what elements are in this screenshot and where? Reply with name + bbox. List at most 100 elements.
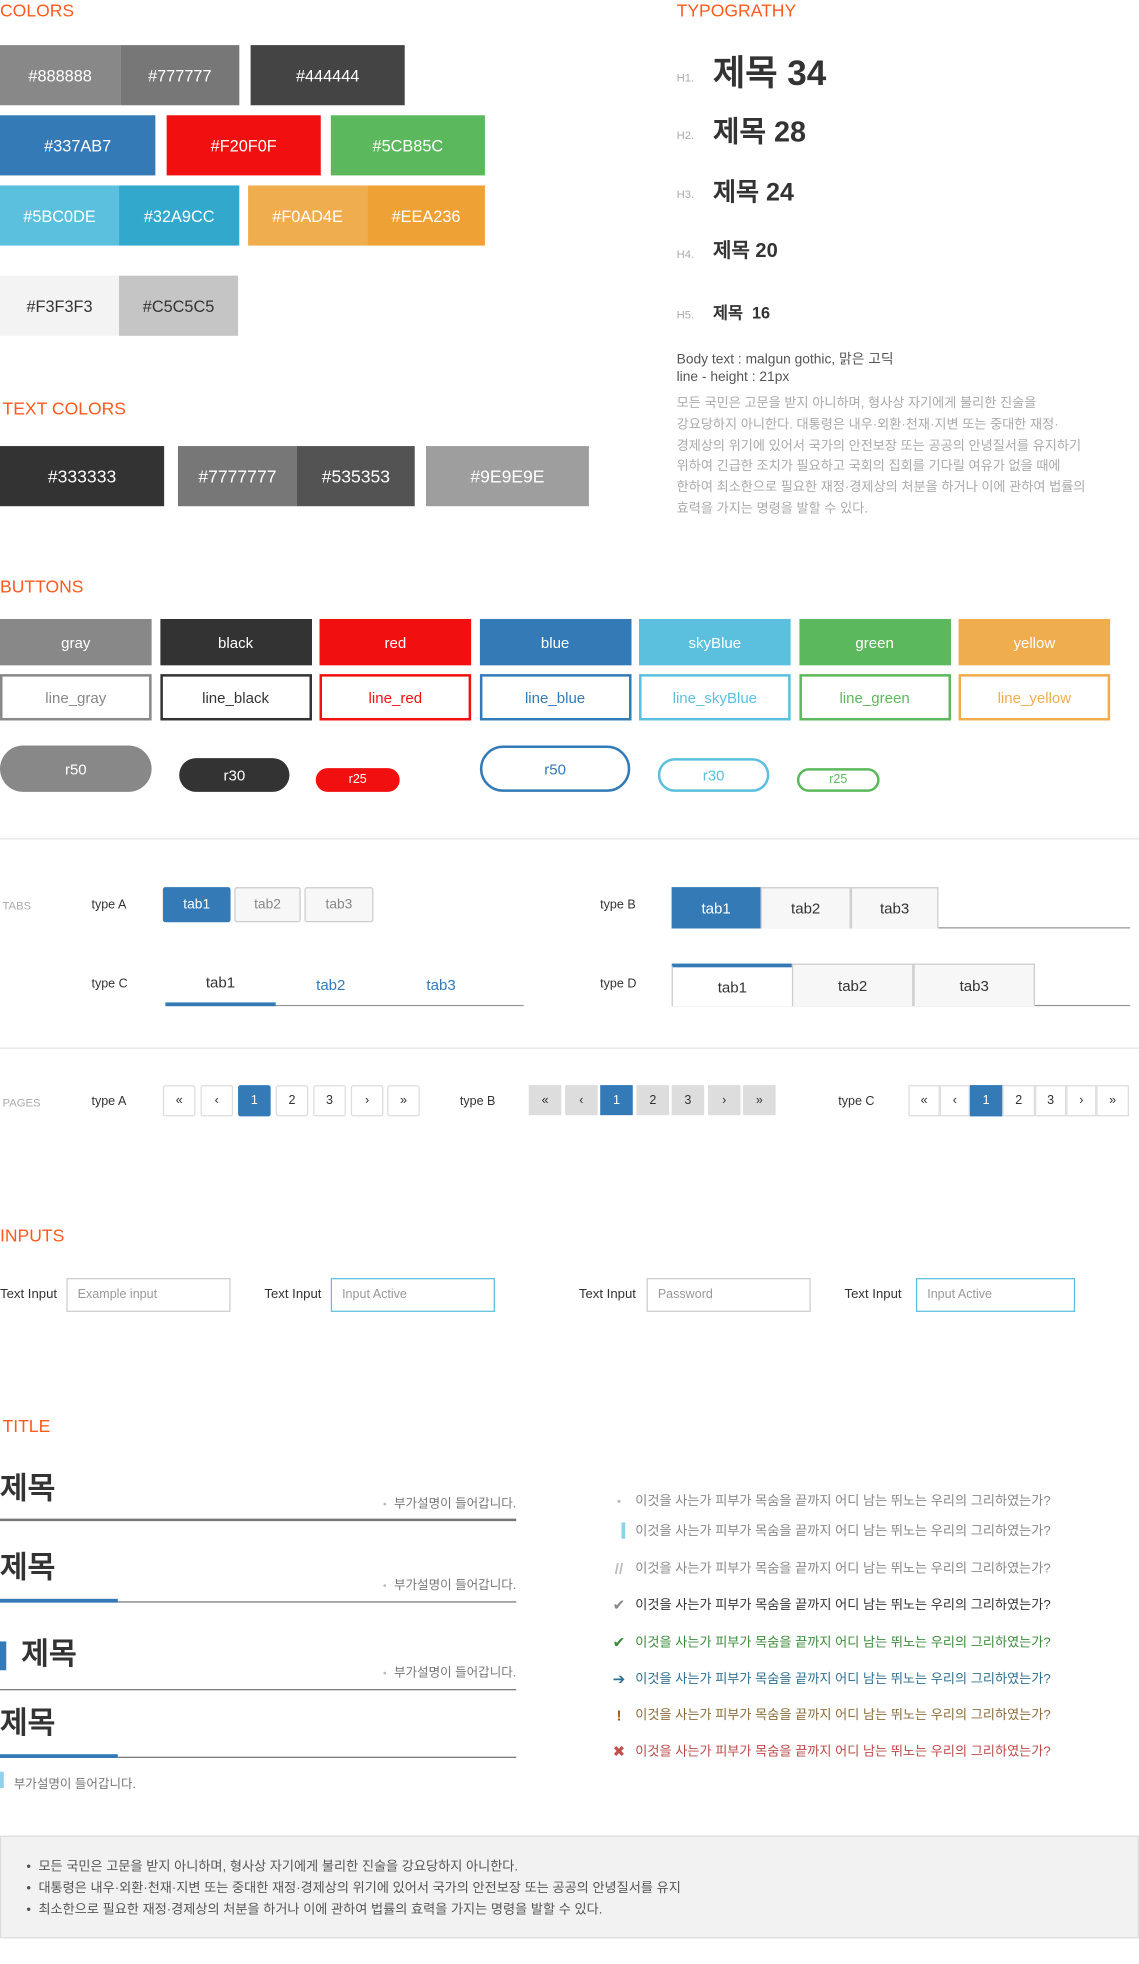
heading-tag: H3. [676,187,695,201]
button-blue[interactable]: blue [479,618,631,666]
tab-a-3[interactable]: tab3 [304,887,374,923]
text-color-swatch: #7777777 [177,446,297,507]
button-yellow[interactable]: yellow [958,618,1111,666]
title-1-line [0,1518,517,1522]
pager-a-next[interactable]: › [350,1085,384,1117]
pages-type-a-label: type A [91,1095,127,1109]
pager-b-first[interactable]: « [528,1085,562,1116]
pager-a-page-1[interactable]: 1 [238,1085,271,1117]
section-tabs: TABS [2,899,32,913]
pager-b-next[interactable]: › [707,1085,741,1116]
input-label: Text Input [0,1286,58,1302]
button-line_black[interactable]: line_black [159,674,312,721]
pager-c-prev[interactable]: ‹ [939,1085,970,1117]
pager-c-next[interactable]: › [1066,1085,1097,1117]
section-colors: COLORS [0,0,75,21]
color-swatch: #F0AD4E [248,185,368,246]
pager-c-first[interactable]: « [908,1085,940,1117]
pages-type-b-label: type B [459,1095,496,1109]
tabs-type-b-label: type B [600,898,636,913]
paragraph-line: 한하여 최소한으로 필요한 재정·경제상의 처분을 하거나 이에 관하여 법률의 [676,480,1086,496]
pager-c-page-1[interactable]: 1 [969,1085,1003,1117]
heading-sample-h5: 제목 16 [712,303,771,323]
button-red[interactable]: red [319,618,472,666]
button-line_red[interactable]: line_red [319,674,472,721]
list-item: 이것을 사는가 피부가 목숨을 끝까지 어디 남는 뛰노는 우리의 그리하였는가… [635,1597,1051,1613]
pager-a-last[interactable]: » [387,1085,420,1117]
tab-c-3[interactable]: tab3 [386,962,496,1006]
title-4-accent [0,1754,118,1758]
button-black[interactable]: black [159,618,312,666]
button-green[interactable]: green [798,618,951,666]
pager-a-page-3[interactable]: 3 [313,1085,346,1117]
pages-type-c-label: type C [838,1095,875,1109]
arrow-right-icon: ➔ [612,1670,626,1688]
button-line_green[interactable]: line_green [798,674,951,721]
tab-b-3[interactable]: tab3 [850,887,939,929]
pager-b-last[interactable]: » [743,1085,776,1116]
text-input[interactable] [66,1278,231,1312]
close-icon: ✖ [612,1742,626,1761]
text-color-swatch: #333333 [0,446,165,507]
check-icon: ✔ [612,1596,626,1614]
button-line_skyBlue[interactable]: line_skyBlue [639,674,791,721]
title-1: 제목 [0,1472,56,1507]
color-swatch: #5BC0DE [0,185,120,246]
round-button-r30[interactable]: r30 [179,758,290,792]
heading-sample-h1: 제목 34 [712,53,827,93]
button-line_blue[interactable]: line_blue [479,674,631,721]
list-item: 이것을 사는가 피부가 목숨을 끝까지 어디 남는 뛰노는 우리의 그리하였는가… [635,1493,1051,1509]
tab-b-1[interactable]: tab1 [671,887,761,929]
list-item: 이것을 사는가 피부가 목숨을 끝까지 어디 남는 뛰노는 우리의 그리하였는가… [635,1561,1051,1577]
list-item: 이것을 사는가 피부가 목숨을 끝까지 어디 남는 뛰노는 우리의 그리하였는가… [635,1635,1051,1651]
section-title: TITLE [2,1415,51,1436]
title-1-sub: 부가설명이 들어갑니다. [383,1497,516,1512]
pager-a-first[interactable]: « [162,1085,196,1117]
tab-d-2[interactable]: tab2 [791,963,914,1007]
round-button-r50[interactable]: r50 [0,745,152,792]
tab-a-2[interactable]: tab2 [234,887,301,923]
title-4-sub: 부가설명이 들어갑니다. [13,1778,137,1792]
tab-b-2[interactable]: tab2 [760,887,851,929]
button-skyBlue[interactable]: skyBlue [639,618,791,666]
color-swatch: #444444 [250,45,405,106]
pager-a-page-2[interactable]: 2 [275,1085,309,1117]
title-3: 제목 [21,1637,77,1672]
note-item: 대통령은 내우·외환·천재·지변 또는 중대한 재정·경제상의 위기에 있어서 … [26,1878,1112,1899]
pager-c-last[interactable]: » [1096,1085,1129,1117]
password-input[interactable] [646,1278,811,1312]
title-3-line [0,1689,517,1691]
round-button-r25[interactable]: r25 [315,768,400,792]
paragraph-line: 위하여 긴급한 조치가 필요하고 국회의 집회를 기다릴 여유가 없을 때에 [676,459,1061,475]
color-swatch: #F3F3F3 [0,275,120,336]
input-label: Text Input [844,1286,902,1302]
tab-c-2[interactable]: tab2 [276,962,386,1006]
divider [0,1047,1139,1049]
title-3-sub: 부가설명이 들어갑니다. [383,1666,516,1681]
tab-c-1[interactable]: tab1 [165,962,276,1007]
pager-b-page-1[interactable]: 1 [600,1085,633,1116]
pager-c-page-3[interactable]: 3 [1034,1085,1067,1117]
pager-a-prev[interactable]: ‹ [200,1085,234,1117]
button-line_yellow[interactable]: line_yellow [958,674,1111,721]
paragraph-line: 경제상의 위기에 있어서 국가의 안전보장 또는 공공의 안녕질서를 유지하기 [676,438,1082,454]
pager-b-prev[interactable]: ‹ [565,1085,598,1116]
bar-icon [621,1522,626,1539]
round-button-r25[interactable]: r25 [796,768,880,792]
button-line_gray[interactable]: line_gray [0,674,152,721]
tab-d-3[interactable]: tab3 [913,963,1035,1007]
text-input-active[interactable] [330,1278,495,1312]
tab-a-1[interactable]: tab1 [162,887,231,923]
text-color-swatch: #9E9E9E [426,446,589,507]
pager-b-page-2[interactable]: 2 [636,1085,670,1116]
pager-b-page-3[interactable]: 3 [671,1085,705,1116]
round-button-r30[interactable]: r30 [657,758,770,792]
round-button-r50[interactable]: r50 [479,745,631,792]
heading-tag: H5. [676,308,695,321]
paragraph-line: 모든 국민은 고문을 받지 아니하며, 형사상 자기에게 불리한 진술을 [676,395,1037,411]
tab-d-1[interactable]: tab1 [671,963,792,1007]
pager-c-page-2[interactable]: 2 [1002,1085,1035,1117]
title-3-bar [0,1641,7,1671]
button-gray[interactable]: gray [0,618,152,666]
text-input-active[interactable] [915,1278,1076,1312]
